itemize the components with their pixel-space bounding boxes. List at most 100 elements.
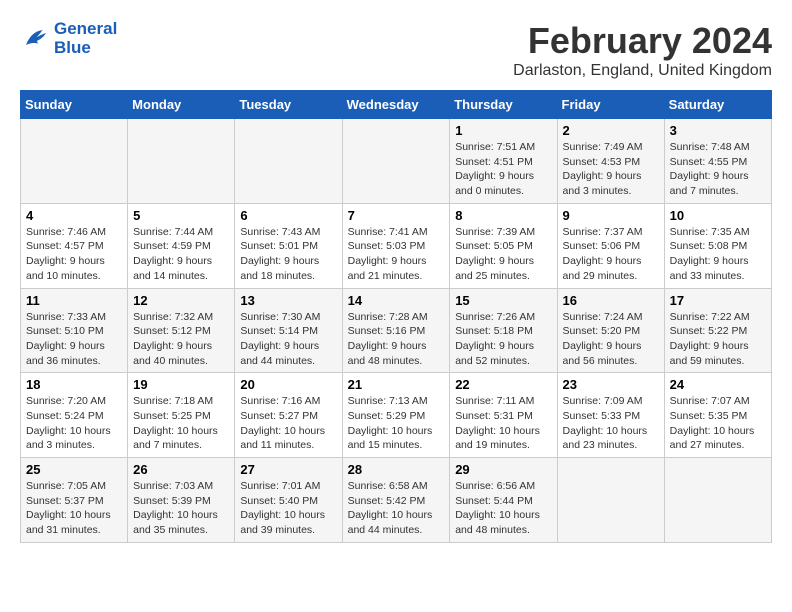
day-info: Sunrise: 7:26 AM Sunset: 5:18 PM Dayligh… bbox=[455, 310, 551, 369]
logo-text: General Blue bbox=[54, 20, 117, 57]
day-info: Sunrise: 7:01 AM Sunset: 5:40 PM Dayligh… bbox=[240, 479, 336, 538]
day-number: 8 bbox=[455, 208, 551, 223]
day-info: Sunrise: 7:18 AM Sunset: 5:25 PM Dayligh… bbox=[133, 394, 229, 453]
day-number: 3 bbox=[670, 123, 766, 138]
day-info: Sunrise: 7:22 AM Sunset: 5:22 PM Dayligh… bbox=[670, 310, 766, 369]
day-number: 27 bbox=[240, 462, 336, 477]
day-info: Sunrise: 7:39 AM Sunset: 5:05 PM Dayligh… bbox=[455, 225, 551, 284]
title-block: February 2024 Darlaston, England, United… bbox=[513, 20, 772, 80]
day-info: Sunrise: 7:16 AM Sunset: 5:27 PM Dayligh… bbox=[240, 394, 336, 453]
calendar-body: 1 Sunrise: 7:51 AM Sunset: 4:51 PM Daylig… bbox=[21, 119, 772, 543]
weekday-header-wednesday: Wednesday bbox=[342, 91, 450, 119]
day-number: 13 bbox=[240, 293, 336, 308]
calendar-cell: 4 Sunrise: 7:46 AM Sunset: 4:57 PM Daylig… bbox=[21, 203, 128, 288]
weekday-header-thursday: Thursday bbox=[450, 91, 557, 119]
calendar-cell: 26Sunrise: 7:03 AM Sunset: 5:39 PM Dayli… bbox=[128, 458, 235, 543]
day-info: Sunrise: 7:44 AM Sunset: 4:59 PM Dayligh… bbox=[133, 225, 229, 284]
calendar-cell: 28 Sunrise: 6:58 AM Sunset: 5:42 PM Dayli… bbox=[342, 458, 450, 543]
day-number: 10 bbox=[670, 208, 766, 223]
logo: General Blue bbox=[20, 20, 117, 57]
calendar-cell: 12 Sunrise: 7:32 AM Sunset: 5:12 PM Dayli… bbox=[128, 288, 235, 373]
calendar-cell: 15 Sunrise: 7:26 AM Sunset: 5:18 PM Dayli… bbox=[450, 288, 557, 373]
weekday-header-monday: Monday bbox=[128, 91, 235, 119]
calendar-cell: 29 Sunrise: 6:56 AM Sunset: 5:44 PM Dayli… bbox=[450, 458, 557, 543]
calendar-cell: 20 Sunrise: 7:16 AM Sunset: 5:27 PM Dayli… bbox=[235, 373, 342, 458]
day-number: 4 bbox=[26, 208, 122, 223]
day-info: Sunrise: 7:13 AM Sunset: 5:29 PM Dayligh… bbox=[348, 394, 445, 453]
day-info: Sunrise: 7:37 AM Sunset: 5:06 PM Dayligh… bbox=[563, 225, 659, 284]
day-number: 14 bbox=[348, 293, 445, 308]
day-info: Sunrise: 7:05 AM Sunset: 5:37 PM Dayligh… bbox=[26, 479, 122, 538]
calendar-week-1: 1 Sunrise: 7:51 AM Sunset: 4:51 PM Daylig… bbox=[21, 119, 772, 204]
day-number: 18 bbox=[26, 377, 122, 392]
calendar-cell: 14 Sunrise: 7:28 AM Sunset: 5:16 PM Dayli… bbox=[342, 288, 450, 373]
calendar-cell bbox=[21, 119, 128, 204]
weekday-header-tuesday: Tuesday bbox=[235, 91, 342, 119]
day-number: 21 bbox=[348, 377, 445, 392]
day-number: 20 bbox=[240, 377, 336, 392]
calendar-cell: 6 Sunrise: 7:43 AM Sunset: 5:01 PM Daylig… bbox=[235, 203, 342, 288]
day-number: 6 bbox=[240, 208, 336, 223]
day-number: 12 bbox=[133, 293, 229, 308]
weekday-header-row: SundayMondayTuesdayWednesdayThursdayFrid… bbox=[21, 91, 772, 119]
day-info: Sunrise: 7:11 AM Sunset: 5:31 PM Dayligh… bbox=[455, 394, 551, 453]
calendar-cell: 5 Sunrise: 7:44 AM Sunset: 4:59 PM Daylig… bbox=[128, 203, 235, 288]
calendar-cell: 27 Sunrise: 7:01 AM Sunset: 5:40 PM Dayli… bbox=[235, 458, 342, 543]
day-number: 29 bbox=[455, 462, 551, 477]
day-info: Sunrise: 7:07 AM Sunset: 5:35 PM Dayligh… bbox=[670, 394, 766, 453]
calendar-cell: 22 Sunrise: 7:11 AM Sunset: 5:31 PM Dayli… bbox=[450, 373, 557, 458]
day-number: 28 bbox=[348, 462, 445, 477]
location: Darlaston, England, United Kingdom bbox=[513, 62, 772, 80]
day-info: Sunrise: 7:48 AM Sunset: 4:55 PM Dayligh… bbox=[670, 140, 766, 199]
day-number: 16 bbox=[563, 293, 659, 308]
day-info: Sunrise: 7:49 AM Sunset: 4:53 PM Dayligh… bbox=[563, 140, 659, 199]
calendar-cell: 9 Sunrise: 7:37 AM Sunset: 5:06 PM Daylig… bbox=[557, 203, 664, 288]
calendar-week-3: 11Sunrise: 7:33 AM Sunset: 5:10 PM Dayli… bbox=[21, 288, 772, 373]
day-info: Sunrise: 7:32 AM Sunset: 5:12 PM Dayligh… bbox=[133, 310, 229, 369]
calendar-cell bbox=[664, 458, 771, 543]
month-title: February 2024 bbox=[513, 20, 772, 62]
day-number: 22 bbox=[455, 377, 551, 392]
calendar-cell: 8 Sunrise: 7:39 AM Sunset: 5:05 PM Daylig… bbox=[450, 203, 557, 288]
calendar-cell: 7Sunrise: 7:41 AM Sunset: 5:03 PM Daylig… bbox=[342, 203, 450, 288]
day-info: Sunrise: 7:28 AM Sunset: 5:16 PM Dayligh… bbox=[348, 310, 445, 369]
day-number: 23 bbox=[563, 377, 659, 392]
day-number: 9 bbox=[563, 208, 659, 223]
day-number: 2 bbox=[563, 123, 659, 138]
page-header: General Blue February 2024 Darlaston, En… bbox=[20, 20, 772, 80]
calendar-cell: 19 Sunrise: 7:18 AM Sunset: 5:25 PM Dayli… bbox=[128, 373, 235, 458]
calendar-cell: 17 Sunrise: 7:22 AM Sunset: 5:22 PM Dayli… bbox=[664, 288, 771, 373]
calendar-cell: 21 Sunrise: 7:13 AM Sunset: 5:29 PM Dayli… bbox=[342, 373, 450, 458]
calendar-cell: 2 Sunrise: 7:49 AM Sunset: 4:53 PM Daylig… bbox=[557, 119, 664, 204]
day-info: Sunrise: 6:58 AM Sunset: 5:42 PM Dayligh… bbox=[348, 479, 445, 538]
calendar-cell bbox=[557, 458, 664, 543]
day-info: Sunrise: 7:20 AM Sunset: 5:24 PM Dayligh… bbox=[26, 394, 122, 453]
calendar-cell: 13Sunrise: 7:30 AM Sunset: 5:14 PM Dayli… bbox=[235, 288, 342, 373]
calendar-week-4: 18 Sunrise: 7:20 AM Sunset: 5:24 PM Dayli… bbox=[21, 373, 772, 458]
weekday-header-sunday: Sunday bbox=[21, 91, 128, 119]
day-info: Sunrise: 7:51 AM Sunset: 4:51 PM Dayligh… bbox=[455, 140, 551, 199]
day-number: 24 bbox=[670, 377, 766, 392]
calendar-cell bbox=[128, 119, 235, 204]
day-info: Sunrise: 6:56 AM Sunset: 5:44 PM Dayligh… bbox=[455, 479, 551, 538]
day-info: Sunrise: 7:46 AM Sunset: 4:57 PM Dayligh… bbox=[26, 225, 122, 284]
calendar-cell: 1 Sunrise: 7:51 AM Sunset: 4:51 PM Daylig… bbox=[450, 119, 557, 204]
calendar-cell: 23Sunrise: 7:09 AM Sunset: 5:33 PM Dayli… bbox=[557, 373, 664, 458]
calendar-table: SundayMondayTuesdayWednesdayThursdayFrid… bbox=[20, 90, 772, 543]
weekday-header-saturday: Saturday bbox=[664, 91, 771, 119]
day-info: Sunrise: 7:03 AM Sunset: 5:39 PM Dayligh… bbox=[133, 479, 229, 538]
calendar-cell bbox=[342, 119, 450, 204]
day-number: 15 bbox=[455, 293, 551, 308]
day-info: Sunrise: 7:43 AM Sunset: 5:01 PM Dayligh… bbox=[240, 225, 336, 284]
day-number: 17 bbox=[670, 293, 766, 308]
day-info: Sunrise: 7:24 AM Sunset: 5:20 PM Dayligh… bbox=[563, 310, 659, 369]
day-number: 25 bbox=[26, 462, 122, 477]
day-number: 19 bbox=[133, 377, 229, 392]
logo-icon bbox=[20, 24, 50, 54]
calendar-cell: 25 Sunrise: 7:05 AM Sunset: 5:37 PM Dayli… bbox=[21, 458, 128, 543]
calendar-cell: 3 Sunrise: 7:48 AM Sunset: 4:55 PM Daylig… bbox=[664, 119, 771, 204]
day-number: 1 bbox=[455, 123, 551, 138]
calendar-cell: 18 Sunrise: 7:20 AM Sunset: 5:24 PM Dayli… bbox=[21, 373, 128, 458]
day-number: 5 bbox=[133, 208, 229, 223]
day-number: 11 bbox=[26, 293, 122, 308]
